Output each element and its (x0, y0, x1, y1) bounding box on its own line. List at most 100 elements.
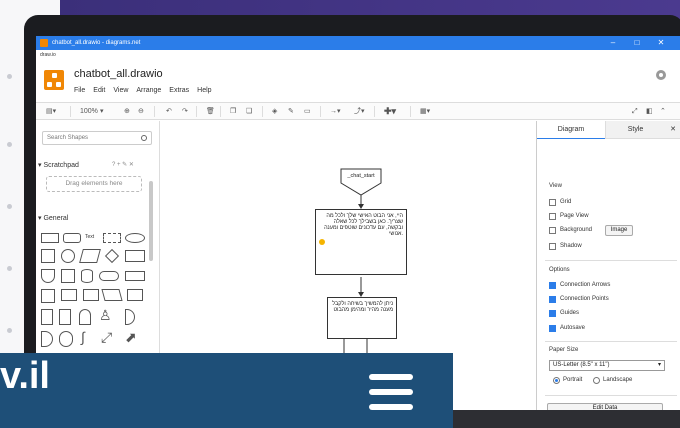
menu-extras[interactable]: Extras (169, 87, 189, 94)
autosave-label: Autosave (560, 325, 586, 331)
triangle-shape[interactable] (41, 269, 55, 283)
search-icon[interactable] (141, 135, 147, 141)
cube-shape[interactable] (61, 289, 77, 301)
trapezoid-shape[interactable] (101, 289, 123, 301)
tab-diagram[interactable]: Diagram (537, 121, 605, 139)
scratchpad-tools[interactable]: ? + ✎ ✕ (112, 161, 134, 168)
paper-size-select[interactable]: US-Letter (8.5" x 11") ▾ (549, 360, 665, 371)
guides-checkbox[interactable] (549, 310, 556, 317)
arrow-icon[interactable]: ⬈ (125, 329, 137, 346)
drawio-favicon-icon (40, 39, 48, 47)
continue-node[interactable]: ניתן להמשיך בשיחה ולקבל מענה מהיר ומהימן… (327, 297, 397, 339)
table-icon[interactable]: ▦▾ (420, 106, 430, 117)
callout-shape[interactable] (61, 269, 75, 283)
square-shape[interactable] (41, 249, 55, 263)
delete-icon[interactable]: 🗑 (206, 106, 215, 117)
page-view-label: Page View (560, 213, 589, 219)
rounded-rectangle-shape[interactable] (63, 233, 81, 243)
internal-storage-shape[interactable] (41, 289, 55, 303)
minimize-icon[interactable]: – (602, 36, 624, 50)
document-shape[interactable] (125, 271, 145, 281)
insert-icon[interactable]: ✚▾ (384, 106, 396, 117)
delay-shape[interactable] (41, 331, 53, 347)
collapse-icon[interactable]: ⌃ (660, 106, 666, 117)
bidirectional-arrow-icon[interactable]: ⤢ (101, 329, 112, 346)
search-placeholder: Search Shapes (47, 135, 89, 141)
zoom-out-icon[interactable]: ⊖ (138, 106, 144, 117)
format-panel-icon[interactable]: ▤▾ (46, 106, 56, 117)
tab-style[interactable]: Style (605, 121, 665, 139)
split-icon[interactable]: ◧ (646, 106, 653, 117)
connection-arrows-label: Connection Arrows (560, 282, 611, 288)
connection-points-checkbox[interactable] (549, 296, 556, 303)
grid-checkbox[interactable] (549, 199, 556, 206)
note-shape[interactable] (41, 309, 53, 325)
hexagon-shape[interactable] (125, 250, 145, 262)
data-storage-shape[interactable] (59, 331, 73, 347)
tape-shape[interactable] (127, 289, 143, 301)
shadow-checkbox[interactable] (549, 243, 556, 250)
greeting-node[interactable]: היי, אני הבוט האישי שלך ולכל מה שצריך. כ… (315, 209, 407, 275)
card-shape[interactable] (59, 309, 71, 325)
decorative-dot (7, 142, 12, 147)
menu-edit[interactable]: Edit (93, 87, 105, 94)
zoom-select[interactable]: 100% (80, 106, 98, 117)
start-node-label[interactable]: _chat_start (341, 173, 381, 179)
connection-icon[interactable]: →▾ (330, 106, 341, 117)
diamond-shape[interactable] (104, 248, 120, 264)
menu-arrange[interactable]: Arrange (136, 87, 161, 94)
emoji-icon (319, 239, 325, 245)
textbox-shape[interactable] (103, 233, 121, 243)
autosave-checkbox[interactable] (549, 325, 556, 332)
circle-shape[interactable] (61, 249, 75, 263)
redo-icon[interactable]: ↷ (182, 106, 188, 117)
to-back-icon[interactable]: ❏ (246, 106, 252, 117)
line-color-icon[interactable]: ✎ (288, 106, 294, 117)
menu-file[interactable]: File (74, 87, 85, 94)
or-shape[interactable] (125, 309, 135, 325)
step-shape[interactable] (83, 289, 99, 301)
text-shape[interactable]: Text (85, 234, 94, 240)
menu-help[interactable]: Help (197, 87, 211, 94)
close-panel-icon[interactable]: ✕ (665, 121, 680, 139)
menu-view[interactable]: View (113, 87, 128, 94)
decorative-dot (7, 204, 12, 209)
rectangle-shape[interactable] (41, 233, 59, 243)
search-input[interactable]: Search Shapes (42, 131, 152, 145)
image-button[interactable]: Image (605, 225, 633, 236)
curve-icon[interactable]: ∫ (81, 329, 85, 345)
to-front-icon[interactable]: ❐ (230, 106, 236, 117)
chevron-down-icon[interactable]: ▾ (100, 106, 104, 117)
page-view-checkbox[interactable] (549, 213, 556, 220)
zoom-in-icon[interactable]: ⊕ (124, 106, 130, 117)
fill-color-icon[interactable]: ◈ (272, 106, 277, 117)
cylinder-shape[interactable] (81, 269, 93, 283)
menu-bar: File Edit View Arrange Extras Help (74, 87, 212, 94)
fullscreen-icon[interactable]: ⤢ (632, 106, 638, 117)
sidebar-scrollbar[interactable] (149, 181, 153, 261)
landscape-radio[interactable] (593, 377, 600, 384)
background-checkbox[interactable] (549, 227, 556, 234)
scratchpad-dropzone[interactable]: Drag elements here (46, 176, 142, 192)
portrait-label: Portrait (563, 377, 583, 383)
portrait-radio[interactable] (553, 377, 560, 384)
hamburger-menu-icon[interactable] (369, 372, 413, 412)
waypoints-icon[interactable]: ⤴▾ (354, 106, 365, 117)
file-title[interactable]: chatbot_all.drawio (74, 68, 163, 80)
ellipse-shape[interactable] (125, 233, 145, 243)
connection-arrows-checkbox[interactable] (549, 282, 556, 289)
gear-icon[interactable] (656, 70, 666, 80)
callout-round-shape[interactable] (79, 309, 91, 325)
cloud-shape[interactable] (99, 271, 119, 281)
site-logo[interactable]: v.il (0, 356, 50, 396)
close-icon[interactable]: ✕ (650, 36, 672, 50)
parallelogram-shape[interactable] (79, 249, 101, 263)
undo-icon[interactable]: ↶ (166, 106, 172, 117)
divider (545, 341, 677, 342)
laptop-base (452, 410, 680, 428)
actor-icon[interactable]: ♙ (99, 307, 112, 324)
maximize-icon[interactable]: □ (626, 36, 648, 50)
scratchpad-header[interactable]: ▾ Scratchpad (38, 161, 79, 169)
general-header[interactable]: ▾ General (38, 214, 68, 222)
shadow-icon[interactable]: ▭ (304, 106, 311, 117)
